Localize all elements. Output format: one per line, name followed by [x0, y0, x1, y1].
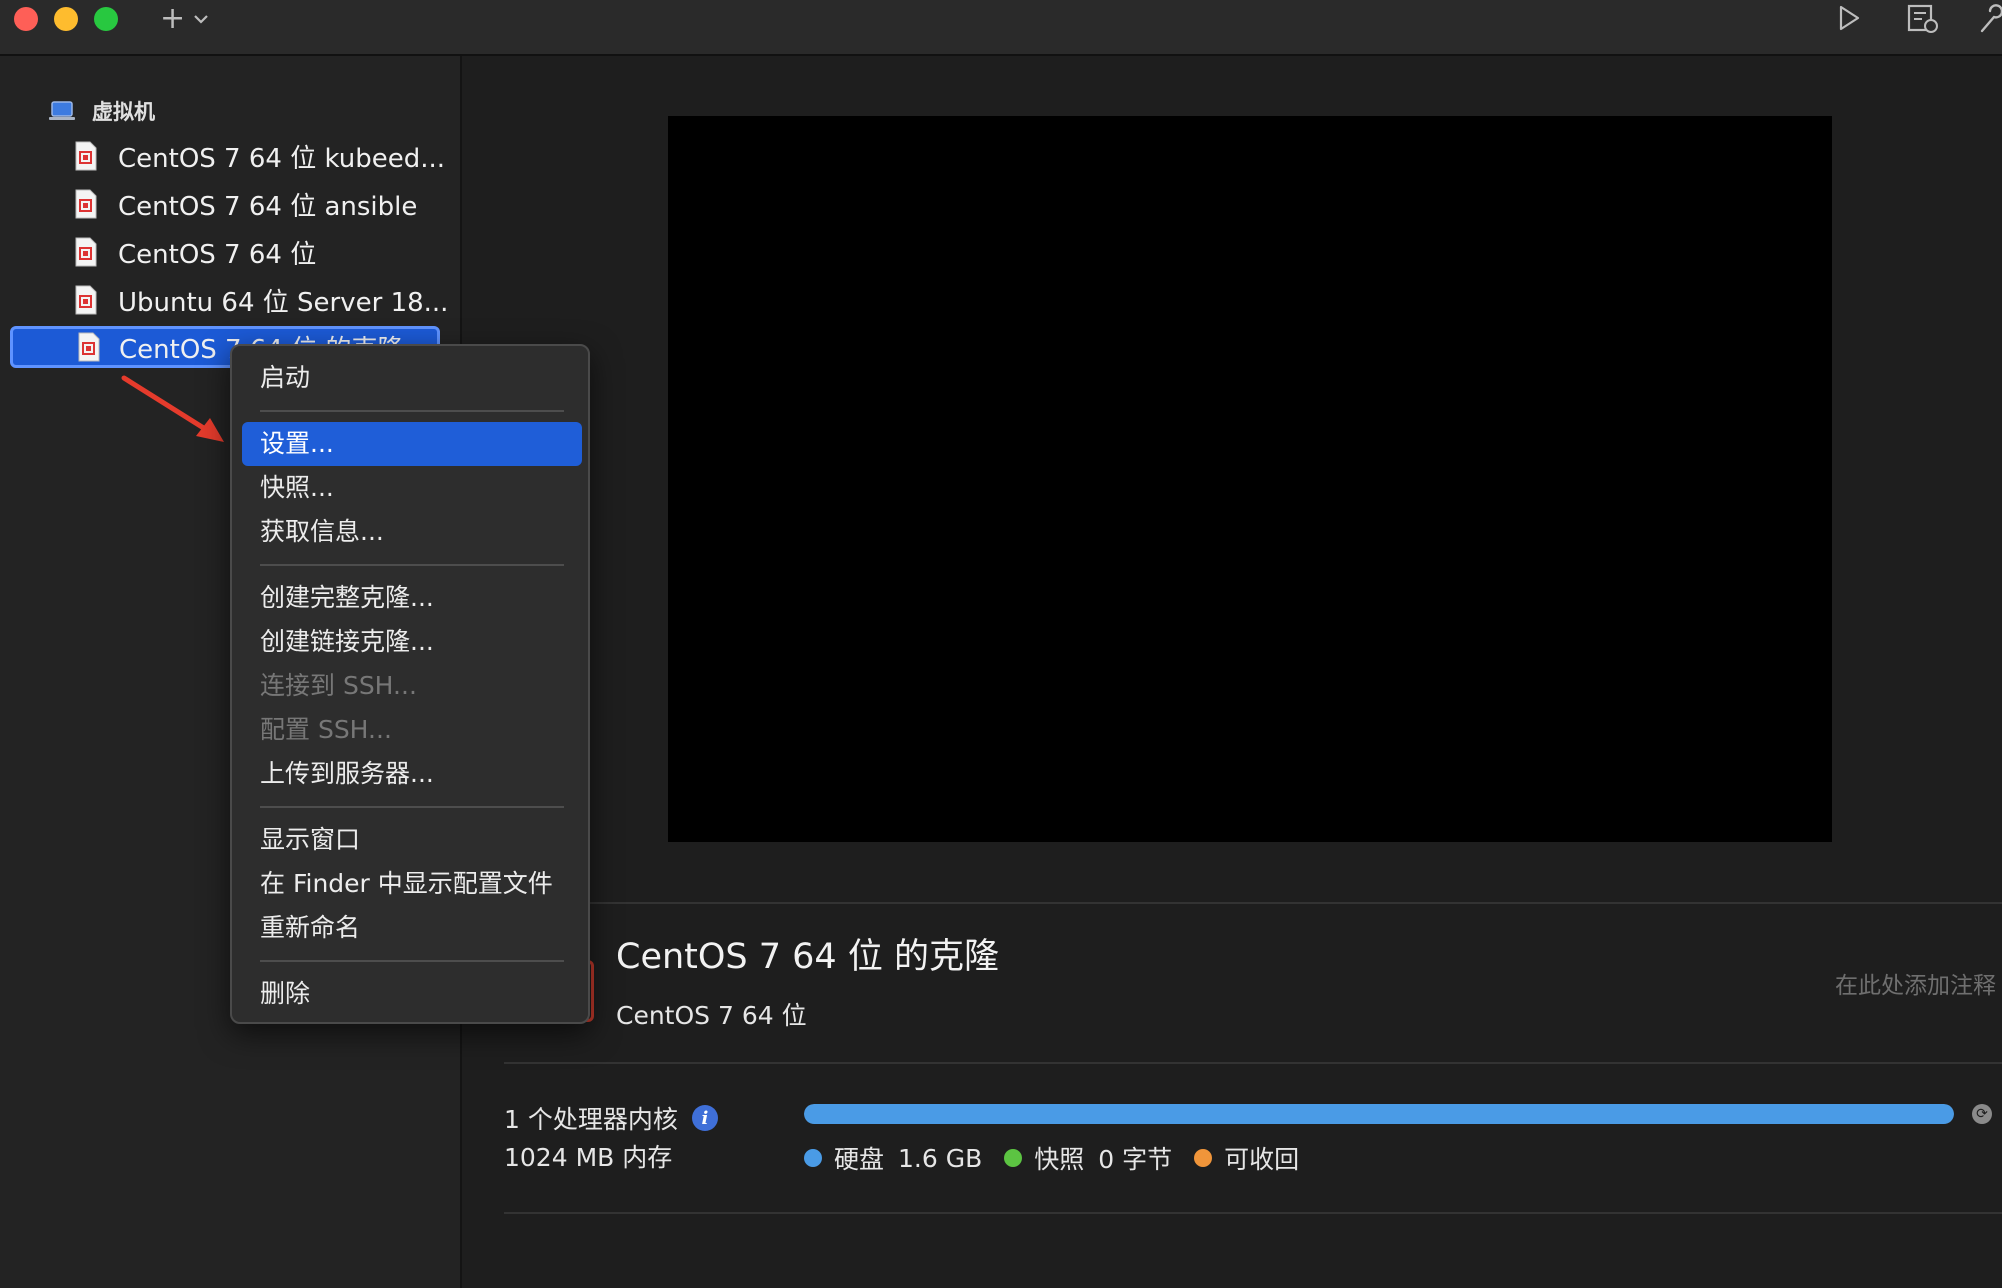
reclaimable-label: 可收回	[1224, 1145, 1300, 1174]
title-bar: +	[0, 0, 2002, 56]
menu-item-show-in-finder[interactable]: 在 Finder 中显示配置文件	[242, 862, 582, 906]
menu-item-full-clone[interactable]: 创建完整克隆...	[242, 576, 582, 620]
reclaimable-dot	[1194, 1149, 1213, 1167]
vm-group-header[interactable]: 虚拟机	[48, 94, 155, 128]
menu-item-start[interactable]: 启动	[242, 356, 582, 400]
computer-icon	[49, 101, 75, 120]
vm-document-icon	[75, 141, 97, 171]
divider	[504, 1212, 2002, 1214]
sidebar-item-vm[interactable]: CentOS 7 64 位 ansible	[74, 182, 417, 226]
chevron-down-icon[interactable]	[192, 10, 210, 28]
sidebar-item-label: CentOS 7 64 位 kubeed...	[118, 143, 446, 174]
disk-value: 1.6 GB	[898, 1143, 983, 1173]
snapshot-settings-icon[interactable]	[1906, 3, 1940, 35]
zoom-window-button[interactable]	[94, 7, 118, 31]
cpu-label: 1 个处理器内核	[504, 1105, 678, 1134]
snapshot-label: 快照	[1034, 1145, 1085, 1174]
vm-document-icon	[75, 237, 97, 267]
storage-usage-fill	[804, 1104, 1954, 1124]
menu-separator	[260, 806, 564, 808]
close-window-button[interactable]	[14, 7, 38, 31]
storage-legend: 硬盘 1.6 GB 快照 0 字节 可收回	[804, 1140, 1321, 1176]
play-icon[interactable]	[1836, 3, 1862, 33]
legend-disk: 硬盘 1.6 GB	[804, 1140, 982, 1176]
reclaim-icon[interactable]: ⟳	[1972, 1104, 1992, 1124]
menu-item-get-info[interactable]: 获取信息...	[242, 510, 582, 554]
menu-item-configure-ssh: 配置 SSH...	[260, 715, 392, 744]
sidebar-item-vm[interactable]: Ubuntu 64 位 Server 18...	[74, 278, 448, 322]
menu-separator	[260, 564, 564, 566]
memory-label: 1024 MB 内存	[504, 1143, 673, 1172]
menu-item-connect-ssh: 连接到 SSH...	[260, 671, 417, 700]
snapshot-dot	[1004, 1149, 1023, 1167]
legend-reclaimable: 可收回	[1194, 1140, 1299, 1176]
wrench-icon[interactable]	[1976, 3, 2002, 35]
menu-item-show-window[interactable]: 显示窗口	[242, 818, 582, 862]
sidebar-item-label: Ubuntu 64 位 Server 18...	[118, 287, 449, 318]
menu-separator	[260, 960, 564, 962]
menu-item-rename[interactable]: 重新命名	[242, 906, 582, 950]
vm-preview-screen[interactable]	[668, 116, 1832, 842]
storage-usage-bar	[804, 1104, 1954, 1124]
sidebar-item-vm[interactable]: CentOS 7 64 位	[74, 230, 316, 274]
memory-spec: 1024 MB 内存	[504, 1138, 672, 1174]
divider	[504, 1062, 2002, 1064]
main-panel: CentOS 7 64 位 的克隆 CentOS 7 64 位 在此处添加注释 …	[464, 56, 2002, 1288]
minimize-window-button[interactable]	[54, 7, 78, 31]
add-icon[interactable]: +	[160, 2, 185, 36]
sidebar-item-label: CentOS 7 64 位 ansible	[118, 191, 418, 222]
vm-title: CentOS 7 64 位 的克隆	[616, 937, 999, 977]
menu-item-linked-clone[interactable]: 创建链接克隆...	[242, 620, 582, 664]
sidebar-item-vm[interactable]: CentOS 7 64 位 kubeed...	[74, 134, 445, 178]
sidebar-item-label: CentOS 7 64 位	[118, 239, 317, 270]
cpu-spec: 1 个处理器内核 i	[504, 1100, 718, 1136]
vm-document-icon	[75, 189, 97, 219]
vm-document-icon	[75, 285, 97, 315]
menu-separator	[260, 410, 564, 412]
divider	[504, 902, 2002, 904]
legend-snapshot: 快照 0 字节	[1004, 1140, 1172, 1176]
menu-item-settings[interactable]: 设置...	[242, 422, 582, 466]
context-menu: 启动 设置... 快照... 获取信息... 创建完整克隆... 创建链接克隆.…	[230, 344, 590, 1024]
disk-dot	[804, 1149, 822, 1167]
vm-os-label: CentOS 7 64 位	[616, 1001, 807, 1030]
menu-item-delete[interactable]: 删除	[242, 972, 582, 1016]
annotation-arrow-icon	[121, 375, 224, 442]
vm-document-icon	[78, 332, 100, 362]
snapshot-value: 0 字节	[1098, 1145, 1173, 1174]
menu-item-snapshots[interactable]: 快照...	[242, 466, 582, 510]
disk-label: 硬盘	[834, 1145, 885, 1174]
info-icon[interactable]: i	[691, 1105, 718, 1131]
notes-field[interactable]: 在此处添加注释	[1835, 966, 1996, 1000]
menu-item-upload-server[interactable]: 上传到服务器...	[242, 752, 582, 796]
vm-group-label: 虚拟机	[92, 100, 155, 124]
